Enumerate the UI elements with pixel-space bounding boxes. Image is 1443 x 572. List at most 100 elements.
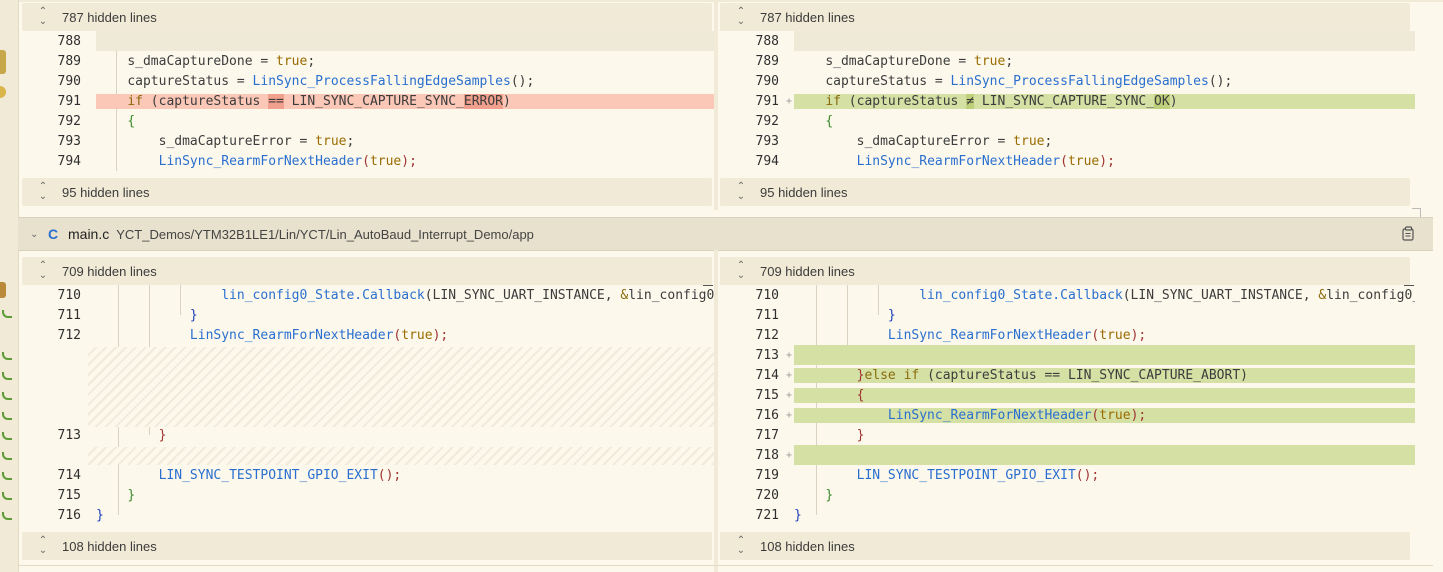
line-number: 792 — [57, 113, 81, 129]
code-line: 711 } — [28, 305, 714, 325]
code-text: s_dmaCaptureError = true; — [158, 133, 355, 149]
expand-icon: ⌃ ⌄ — [38, 181, 48, 202]
code-line: 789 s_dmaCaptureDone = true; — [726, 51, 1415, 71]
code-line: 717 } — [726, 425, 1415, 445]
code-line: 721 } — [726, 505, 1415, 525]
pane-splitter[interactable] — [714, 0, 718, 210]
line-number: 715 — [755, 387, 779, 403]
line-number: 793 — [57, 133, 81, 149]
change-marker[interactable] — [0, 282, 6, 298]
code-line: 710 lin_config0_State.Callback(LIN_SYNC_… — [726, 285, 1415, 305]
code-line: 793 s_dmaCaptureError = true; — [726, 131, 1415, 151]
line-number: 714 — [755, 367, 779, 383]
change-marker[interactable] — [0, 50, 6, 74]
plus-icon: + — [786, 349, 793, 361]
line-number: 721 — [755, 507, 779, 523]
code-text: } — [189, 307, 198, 323]
right-diff-pane: 710 lin_config0_State.Callback(LIN_SYNC_… — [726, 285, 1415, 525]
plus-icon: + — [786, 369, 793, 381]
code-text: { — [127, 113, 136, 129]
line-number: 717 — [755, 427, 779, 443]
hidden-lines-label: 709 hidden lines — [62, 263, 157, 279]
left-diff-pane: 710 lin_config0_State.Callback(LIN_SYNC_… — [28, 285, 714, 525]
code-text: LIN_SYNC_TESTPOINT_GPIO_EXIT(); — [158, 467, 402, 483]
code-text: LinSync_RearmForNextHeader(true); — [158, 153, 417, 169]
added-line-marker — [2, 492, 12, 500]
code-text: LIN_SYNC_TESTPOINT_GPIO_EXIT(); — [856, 467, 1100, 483]
code-line: 710 lin_config0_State.Callback(LIN_SYNC_… — [28, 285, 714, 305]
added-code-line: 716 + LinSync_RearmForNextHeader(true); — [726, 405, 1415, 425]
hidden-lines-label: 787 hidden lines — [62, 9, 157, 25]
pane-splitter[interactable] — [714, 250, 718, 572]
plus-icon: + — [786, 409, 793, 421]
expand-hidden-lines-left[interactable]: ⌃ ⌄ 787 hidden lines — [22, 3, 712, 31]
code-line: 719 LIN_SYNC_TESTPOINT_GPIO_EXIT(); — [726, 465, 1415, 485]
line-number: 713 — [57, 427, 81, 443]
code-text: s_dmaCaptureDone = true; — [127, 53, 316, 69]
code-text: lin_config0_State.Callback(LIN_SYNC_UART… — [221, 287, 714, 303]
file-header[interactable]: ⌄ C main.c YCT_Demos/YTM32B1LE1/Lin/YCT/… — [18, 217, 1433, 251]
expand-icon: ⌃ ⌄ — [38, 260, 48, 281]
placeholder-hatch — [88, 347, 714, 427]
expand-hidden-lines-left[interactable]: ⌃ ⌄ 108 hidden lines — [22, 532, 712, 560]
line-number: 712 — [57, 327, 81, 343]
line-number: 793 — [755, 133, 779, 149]
collapse-chevron-icon[interactable]: ⌄ — [30, 229, 44, 240]
code-line: 716 } — [28, 505, 714, 525]
line-number: 716 — [57, 507, 81, 523]
expand-hidden-lines-left[interactable]: ⌃ ⌄ 709 hidden lines — [22, 257, 712, 285]
line-number: 791 — [755, 93, 779, 109]
expand-hidden-lines-right[interactable]: ⌃ ⌄ 709 hidden lines — [720, 257, 1410, 285]
deleted-code-line: 791 if (captureStatus == LIN_SYNC_CAPTUR… — [28, 91, 714, 111]
code-line: 712 LinSync_RearmForNextHeader(true); — [28, 325, 714, 345]
added-code-line: 713 + — [726, 345, 1415, 365]
expand-hidden-lines-right[interactable]: ⌃ ⌄ 787 hidden lines — [720, 3, 1410, 31]
code-line: 793 s_dmaCaptureError = true; — [28, 131, 714, 151]
file-path: YCT_Demos/YTM32B1LE1/Lin/YCT/Lin_AutoBau… — [116, 226, 534, 242]
code-text: } — [96, 507, 104, 523]
added-line-marker — [2, 452, 12, 460]
code-text: { — [825, 113, 834, 129]
expand-hidden-lines-right[interactable]: ⌃ ⌄ 95 hidden lines — [720, 178, 1410, 206]
left-diff-pane: 788 789 s_dmaCaptureDone = true; 790 cap… — [28, 31, 714, 171]
copy-icon[interactable] — [1402, 226, 1415, 241]
expand-hidden-lines-left[interactable]: ⌃ ⌄ 95 hidden lines — [22, 178, 712, 206]
added-code-line: 718 + — [726, 445, 1415, 465]
line-number: 794 — [57, 153, 81, 169]
c-language-icon: C — [48, 226, 59, 242]
divider — [18, 565, 1433, 566]
line-number: 710 — [57, 287, 81, 303]
line-number: 790 — [755, 73, 779, 89]
code-text: } — [887, 307, 896, 323]
hidden-lines-label: 108 hidden lines — [760, 538, 855, 554]
code-text: if (captureStatus ≠ LIN_SYNC_CAPTURE_SYN… — [794, 93, 1415, 109]
added-line-marker — [2, 352, 12, 360]
code-text — [794, 345, 1415, 365]
line-number: 794 — [755, 153, 779, 169]
code-line: 790 captureStatus = LinSync_ProcessFalli… — [726, 71, 1415, 91]
added-line-marker — [2, 310, 12, 318]
expand-hidden-lines-right[interactable]: ⌃ ⌄ 108 hidden lines — [720, 532, 1410, 560]
code-line: 713 } — [28, 425, 714, 445]
added-line-marker — [2, 432, 12, 440]
code-text: captureStatus = LinSync_ProcessFallingEd… — [825, 73, 1233, 89]
line-number: 790 — [57, 73, 81, 89]
code-line: 794 LinSync_RearmForNextHeader(true); — [28, 151, 714, 171]
added-code-line: 715 + { — [726, 385, 1415, 405]
hidden-lines-label: 108 hidden lines — [62, 538, 157, 554]
added-line-marker — [2, 512, 12, 520]
change-marker-dot[interactable] — [0, 86, 6, 98]
hidden-lines-label: 95 hidden lines — [760, 184, 848, 200]
line-number: 788 — [57, 33, 81, 49]
code-text: } — [794, 507, 802, 523]
added-code-line: 791 + if (captureStatus ≠ LIN_SYNC_CAPTUR… — [726, 91, 1415, 111]
line-number: 716 — [755, 407, 779, 423]
code-line: 790 captureStatus = LinSync_ProcessFalli… — [28, 71, 714, 91]
code-text: }else if (captureStatus == LIN_SYNC_CAPT… — [794, 367, 1415, 383]
hidden-lines-label: 709 hidden lines — [760, 263, 855, 279]
code-text — [794, 31, 1415, 51]
expand-icon: ⌃ ⌄ — [38, 6, 48, 27]
added-code-line: 714 + }else if (captureStatus == LIN_SYNC… — [726, 365, 1415, 385]
code-text: { — [794, 387, 1415, 403]
line-number: 714 — [57, 467, 81, 483]
